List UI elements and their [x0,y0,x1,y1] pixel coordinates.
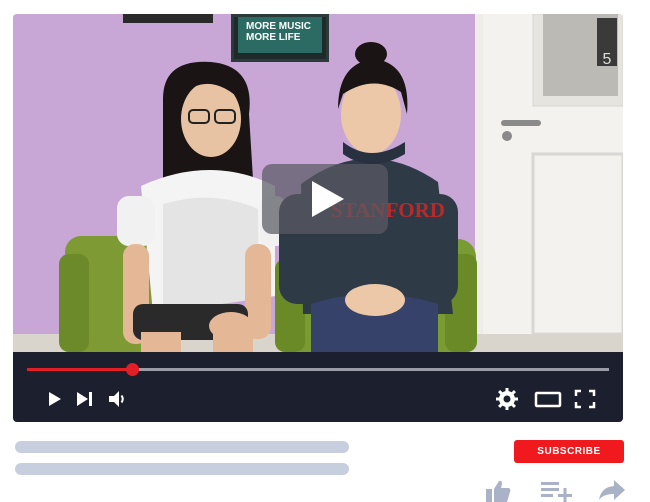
door-sign: 5 [602,51,612,68]
thumbs-up-icon[interactable] [484,478,512,502]
poster-line-1: MORE MUSIC [246,21,311,32]
wall-poster: MORE MUSIC MORE LIFE [231,14,329,62]
theater-mode-icon[interactable] [534,388,562,410]
add-to-playlist-icon[interactable] [539,478,573,502]
play-overlay-button[interactable] [262,164,388,234]
fullscreen-icon[interactable] [573,388,597,410]
play-icon[interactable] [43,388,67,410]
subscribe-button[interactable]: SUBSCRIBE [514,440,624,463]
progress-played [27,368,132,371]
gear-icon[interactable] [495,388,519,410]
volume-icon[interactable] [106,388,130,410]
video-title-placeholder [15,441,349,453]
picture-frame [123,14,213,23]
play-icon [312,181,344,217]
progress-bar[interactable] [27,363,609,376]
video-player[interactable]: STANFORD MORE MUSIC MORE LIFE 5 [13,14,623,422]
channel-info-placeholder [15,463,349,475]
share-icon[interactable] [597,478,627,502]
next-icon[interactable] [73,388,97,410]
poster-line-2: MORE LIFE [246,32,301,43]
progress-scrubber[interactable] [125,363,139,376]
player-controls [13,352,623,422]
